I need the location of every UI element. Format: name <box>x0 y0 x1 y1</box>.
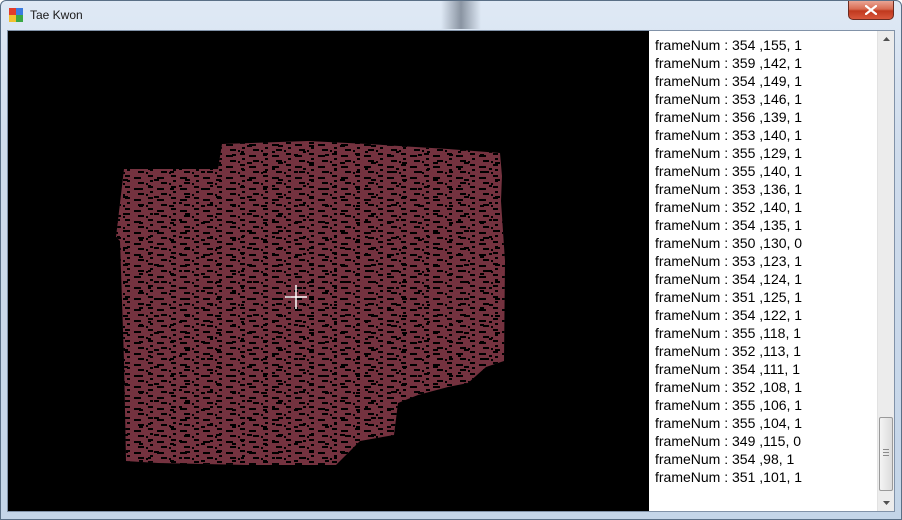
depth-view[interactable] <box>8 31 649 511</box>
log-line[interactable]: frameNum : 355 ,140, 1 <box>655 162 875 180</box>
log-line[interactable]: frameNum : 355 ,118, 1 <box>655 324 875 342</box>
log-line[interactable]: frameNum : 352 ,140, 1 <box>655 198 875 216</box>
grip-line <box>883 455 889 456</box>
scroll-down-icon[interactable] <box>878 494 895 511</box>
scroll-up-icon[interactable] <box>878 31 895 48</box>
depth-blob <box>116 141 505 465</box>
close-button[interactable] <box>848 1 894 20</box>
log-line[interactable]: frameNum : 351 ,101, 1 <box>655 468 875 486</box>
log-line[interactable]: frameNum : 353 ,123, 1 <box>655 252 875 270</box>
title-bar-glow <box>441 1 481 29</box>
log-line[interactable]: frameNum : 352 ,113, 1 <box>655 342 875 360</box>
scroll-thumb[interactable] <box>879 417 893 491</box>
log-line[interactable]: frameNum : 353 ,136, 1 <box>655 180 875 198</box>
log-line[interactable]: frameNum : 351 ,125, 1 <box>655 288 875 306</box>
title-bar[interactable]: Tae Kwon <box>1 1 901 29</box>
log-line[interactable]: frameNum : 354 ,155, 1 <box>655 36 875 54</box>
app-icon <box>9 8 23 22</box>
log-line[interactable]: frameNum : 353 ,140, 1 <box>655 126 875 144</box>
window-title: Tae Kwon <box>30 8 83 22</box>
grip-line <box>883 452 889 453</box>
log-line[interactable]: frameNum : 354 ,124, 1 <box>655 270 875 288</box>
log-line[interactable]: frameNum : 349 ,115, 0 <box>655 432 875 450</box>
log-line[interactable]: frameNum : 355 ,104, 1 <box>655 414 875 432</box>
log-line[interactable]: frameNum : 350 ,130, 0 <box>655 234 875 252</box>
log-line[interactable]: frameNum : 354 ,149, 1 <box>655 72 875 90</box>
log-listbox[interactable]: frameNum : 354 ,155, 1 frameNum : 359 ,14… <box>649 31 894 511</box>
grip-line <box>883 449 889 450</box>
log-line[interactable]: frameNum : 353 ,146, 1 <box>655 90 875 108</box>
log-line[interactable]: frameNum : 354 ,111, 1 <box>655 360 875 378</box>
vertical-scrollbar[interactable] <box>877 31 894 511</box>
log-line[interactable]: frameNum : 354 ,122, 1 <box>655 306 875 324</box>
log-line[interactable]: frameNum : 352 ,108, 1 <box>655 378 875 396</box>
log-line[interactable]: frameNum : 355 ,129, 1 <box>655 144 875 162</box>
app-window: Tae Kwon frameNum: 354 ,155, 1 frameNum… <box>0 0 902 520</box>
log-line[interactable]: frameNum : 355 ,106, 1 <box>655 396 875 414</box>
log-lines: frameNum : 354 ,155, 1 frameNum : 359 ,14… <box>655 36 875 486</box>
log-line[interactable]: frameNum : 354 ,135, 1 <box>655 216 875 234</box>
log-line[interactable]: frameNum : 356 ,139, 1 <box>655 108 875 126</box>
log-line[interactable]: frameNum : 354 ,98, 1 <box>655 450 875 468</box>
close-icon <box>865 5 877 15</box>
client-area: frameNum : 354 ,155, 1 frameNum : 359 ,14… <box>7 30 895 512</box>
log-line[interactable]: frameNum : 359 ,142, 1 <box>655 54 875 72</box>
